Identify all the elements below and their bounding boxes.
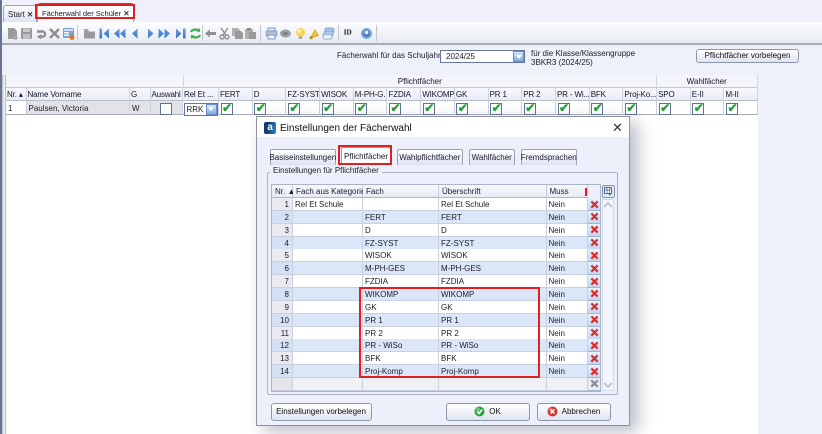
svg-text:ID: ID <box>344 29 352 37</box>
